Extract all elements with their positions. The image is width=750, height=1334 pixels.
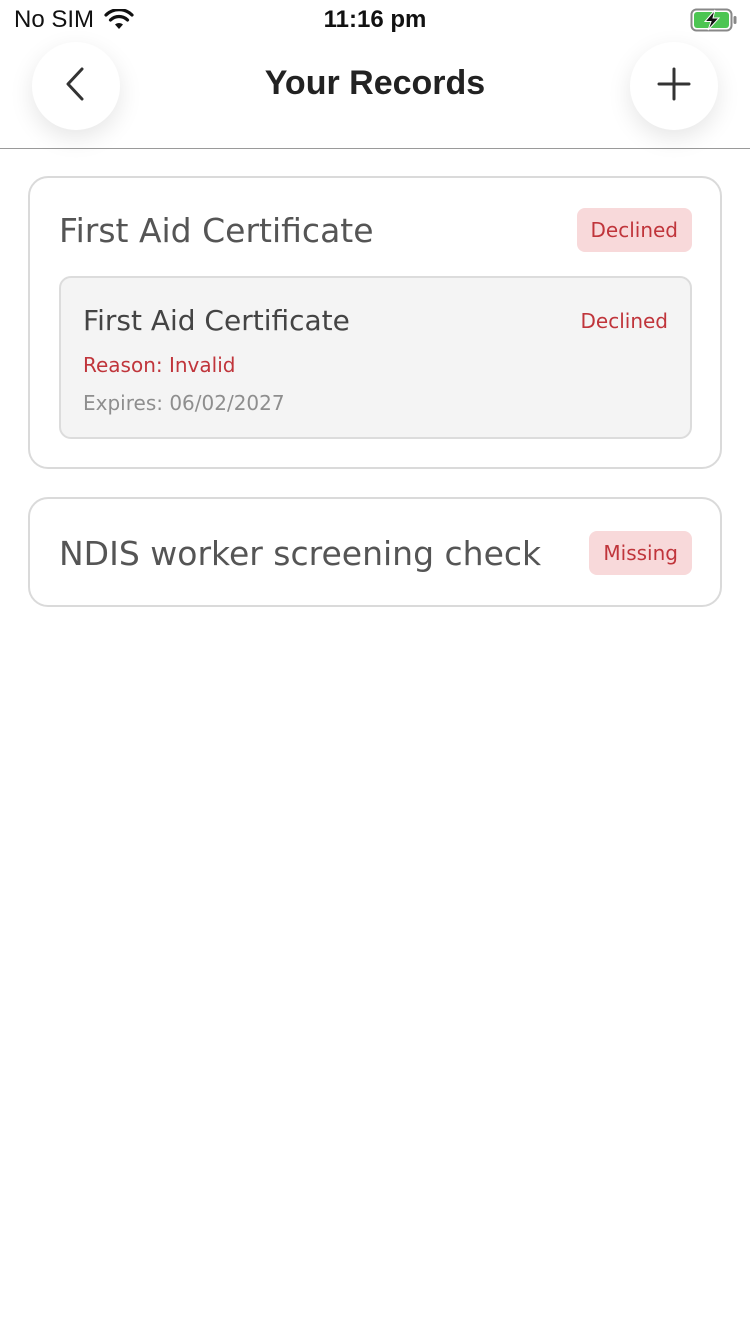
record-entry-expiry: Expires: 06/02/2027 (83, 391, 285, 415)
battery-charging-icon (690, 8, 738, 32)
record-entry[interactable]: First Aid Certificate Declined Reason: I… (59, 276, 692, 439)
record-entry-title: First Aid Certificate (83, 304, 350, 337)
record-entry-status: Declined (580, 308, 669, 333)
record-card-title: NDIS worker screening check (59, 533, 542, 573)
status-time: 11:16 pm (323, 6, 427, 33)
record-entry-header: First Aid Certificate Declined (83, 304, 668, 337)
record-card-header: NDIS worker screening check Missing (59, 531, 692, 575)
add-record-button[interactable] (630, 42, 718, 130)
record-card-title: First Aid Certificate (59, 210, 374, 250)
screen: No SIM 11:16 pm Your Records First Aid C… (0, 0, 750, 1334)
nav-bar: Your Records (0, 40, 750, 149)
record-card-header: First Aid Certificate Declined (59, 208, 692, 252)
status-badge: Declined (576, 208, 692, 252)
status-badge: Missing (589, 531, 692, 575)
record-entry-reason: Reason: Invalid (83, 353, 236, 377)
records-list: First Aid Certificate Declined First Aid… (28, 176, 722, 635)
plus-icon (657, 67, 691, 106)
record-card-ndis[interactable]: NDIS worker screening check Missing (28, 497, 722, 607)
chevron-left-icon (62, 66, 90, 107)
back-button[interactable] (32, 42, 120, 130)
record-card-first-aid[interactable]: First Aid Certificate Declined First Aid… (28, 176, 722, 469)
status-bar: No SIM 11:16 pm (0, 0, 750, 40)
page-title: Your Records (264, 64, 486, 102)
